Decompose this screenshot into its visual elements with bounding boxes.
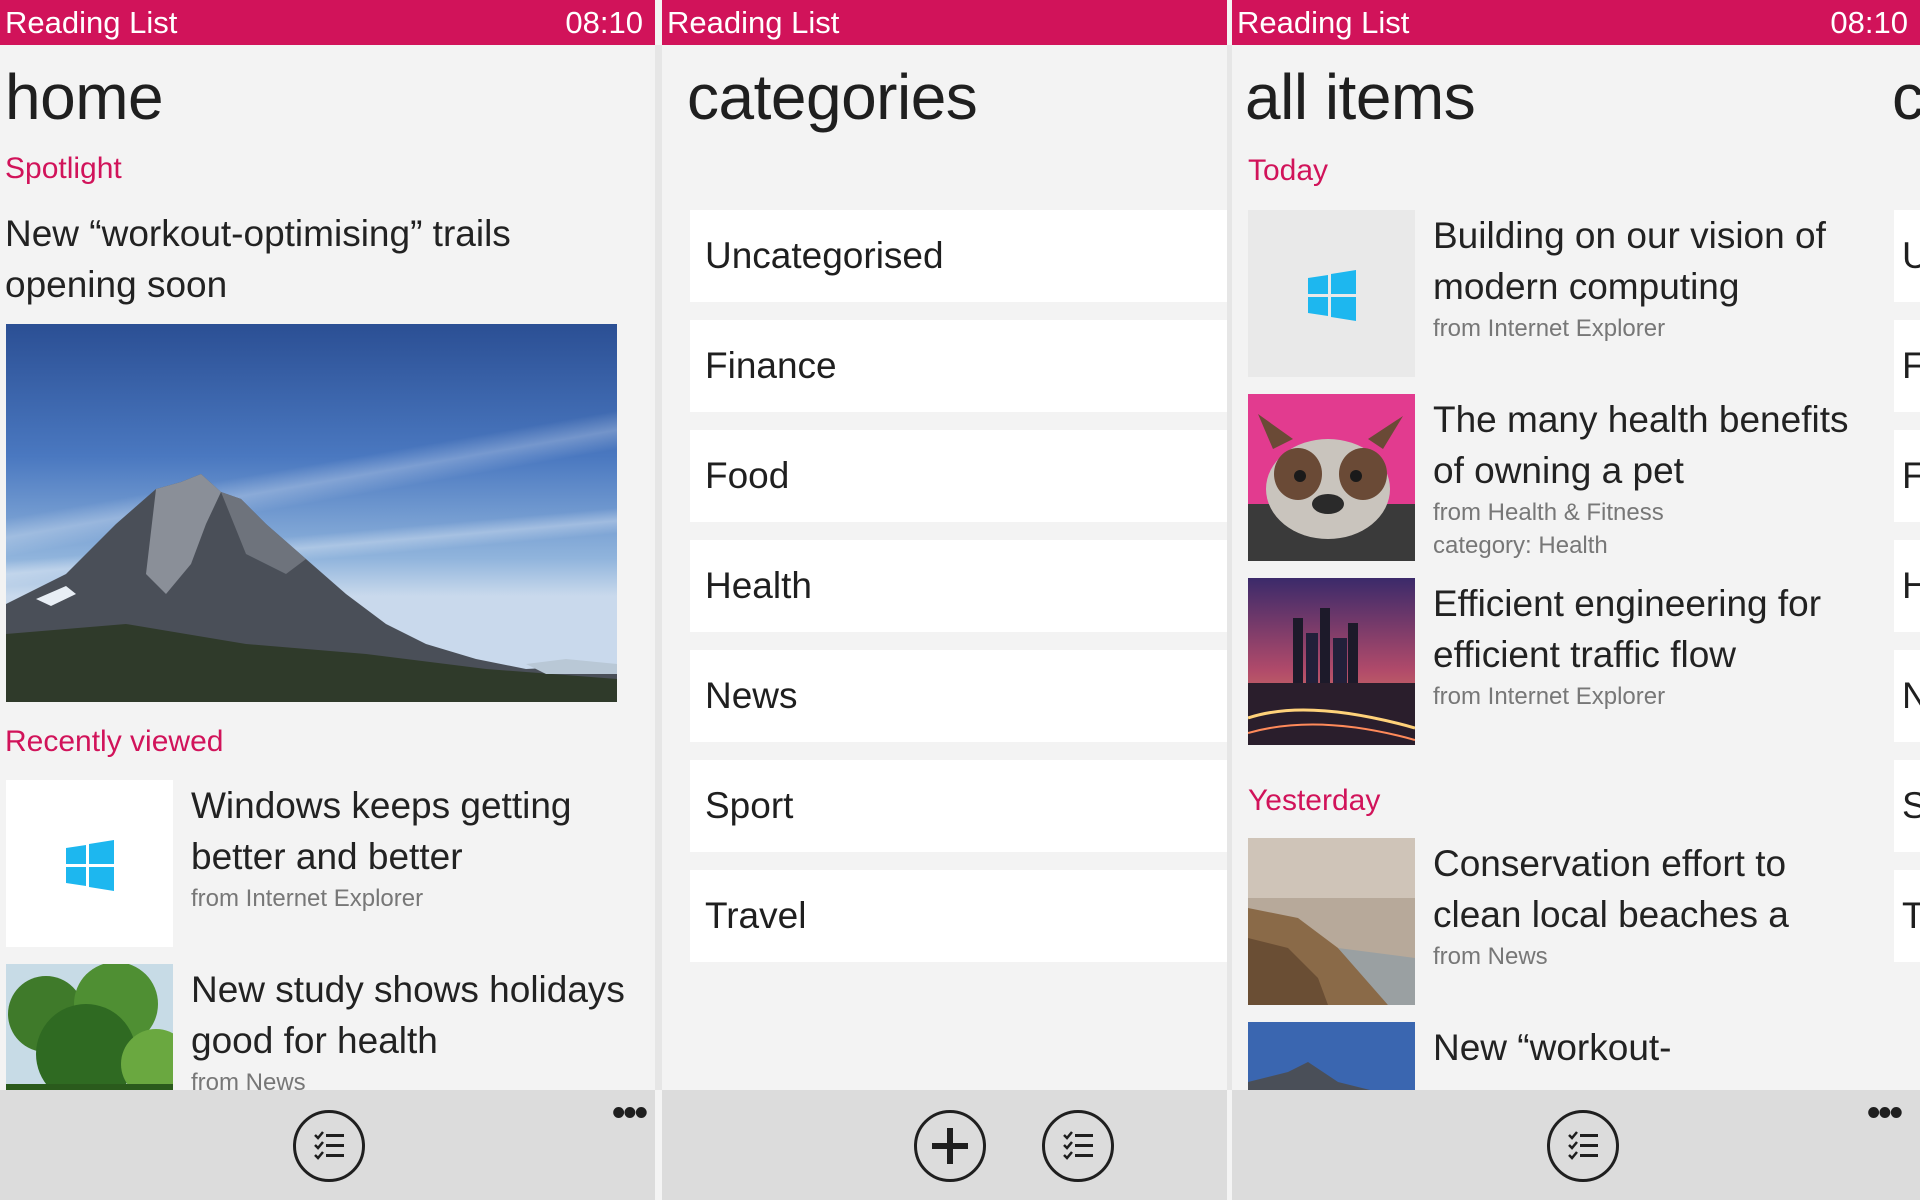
category-uncategorised[interactable]: Uncategorised	[690, 210, 1227, 302]
app-bar: •••	[0, 1090, 655, 1200]
bulldog-image	[1248, 394, 1415, 561]
spotlight-title[interactable]: New “workout-optimising” trails opening …	[5, 208, 585, 310]
category-news[interactable]: News	[690, 650, 1227, 742]
peek-tile[interactable]: H	[1894, 540, 1920, 632]
item-title: New study shows holidays good for health	[191, 969, 625, 1061]
list-item[interactable]: Conservation effort to clean local beach…	[1232, 838, 1920, 1008]
page-title[interactable]: home	[5, 60, 164, 134]
category-finance[interactable]: Finance	[690, 320, 1227, 412]
list-icon	[314, 1131, 344, 1160]
list-button[interactable]	[1547, 1110, 1619, 1182]
peek-tile[interactable]: F	[1894, 320, 1920, 412]
status-bar: Reading List	[662, 0, 1227, 45]
peek-tile[interactable]: N	[1894, 650, 1920, 742]
app-name: Reading List	[5, 5, 178, 40]
category-list: Uncategorised Finance Food Health News S…	[690, 210, 1227, 980]
list-button[interactable]	[293, 1110, 365, 1182]
peek-tile[interactable]: T	[1894, 870, 1920, 962]
item-source: from Internet Explorer	[1433, 315, 1666, 342]
item-title: The many health benefits of owning a pet	[1433, 399, 1849, 491]
city-night-image	[1248, 578, 1415, 745]
categories-screen: Reading List categories Uncategorised Fi…	[662, 0, 1227, 1200]
item-title: Conservation effort to clean local beach…	[1433, 843, 1789, 935]
page-title[interactable]: categories	[687, 60, 978, 134]
add-icon	[932, 1128, 968, 1164]
peek-tile[interactable]: F	[1894, 430, 1920, 522]
peek-tile[interactable]: U	[1894, 210, 1920, 302]
item-category: category: Health	[1433, 532, 1608, 559]
item-title: Windows keeps getting better and better	[191, 785, 572, 877]
clock: 08:10	[565, 5, 643, 40]
app-name: Reading List	[667, 5, 840, 40]
spotlight-image[interactable]	[6, 324, 617, 702]
next-pivot-peek[interactable]: c	[1892, 60, 1920, 134]
list-icon	[1568, 1131, 1598, 1160]
item-title: New “workout-	[1433, 1027, 1672, 1068]
category-travel[interactable]: Travel	[690, 870, 1227, 962]
coastline-image	[1248, 838, 1415, 1005]
phone-screens: Reading List 08:10 home Spotlight New “w…	[0, 0, 1920, 1200]
list-item[interactable]: Efficient engineering for efficient traf…	[1232, 578, 1920, 748]
item-title: Building on our vision of modern computi…	[1433, 215, 1826, 307]
screen-divider	[655, 45, 662, 1090]
recent-item-windows[interactable]: Windows keeps getting better and better …	[0, 780, 655, 950]
clock: 08:10	[1830, 5, 1908, 40]
all-items-screen: Reading List 08:10 all items c Today Bui…	[1232, 0, 1920, 1200]
peek-tile[interactable]: S	[1894, 760, 1920, 852]
category-sport[interactable]: Sport	[690, 760, 1227, 852]
page-title[interactable]: all items	[1245, 60, 1476, 134]
status-bar: Reading List 08:10	[0, 0, 655, 45]
spotlight-label: Spotlight	[5, 152, 122, 185]
item-source: from Internet Explorer	[1433, 683, 1666, 710]
app-name: Reading List	[1237, 5, 1410, 40]
list-icon	[1063, 1131, 1093, 1160]
group-label-today: Today	[1248, 154, 1329, 187]
add-category-button[interactable]	[914, 1110, 986, 1182]
item-source: from Health & Fitness	[1433, 499, 1664, 526]
list-button[interactable]	[1042, 1110, 1114, 1182]
item-source: from News	[1433, 943, 1548, 970]
app-bar: •••	[1232, 1090, 1920, 1200]
home-screen: Reading List 08:10 home Spotlight New “w…	[0, 0, 655, 1200]
list-item[interactable]: Building on our vision of modern computi…	[1232, 210, 1920, 380]
group-label-yesterday: Yesterday	[1248, 784, 1381, 817]
category-health[interactable]: Health	[690, 540, 1227, 632]
more-menu-button[interactable]: •••	[1867, 1094, 1903, 1132]
recently-viewed-label: Recently viewed	[5, 725, 224, 758]
status-bar: Reading List 08:10	[1232, 0, 1920, 45]
app-bar	[662, 1090, 1227, 1200]
windows-logo-icon	[1248, 210, 1415, 377]
windows-logo-icon	[6, 780, 173, 947]
category-food[interactable]: Food	[690, 430, 1227, 522]
more-menu-button[interactable]: •••	[612, 1094, 648, 1132]
list-item[interactable]: The many health benefits of owning a pet…	[1232, 394, 1920, 564]
item-title: Efficient engineering for efficient traf…	[1433, 583, 1822, 675]
item-source: from Internet Explorer	[191, 885, 424, 912]
